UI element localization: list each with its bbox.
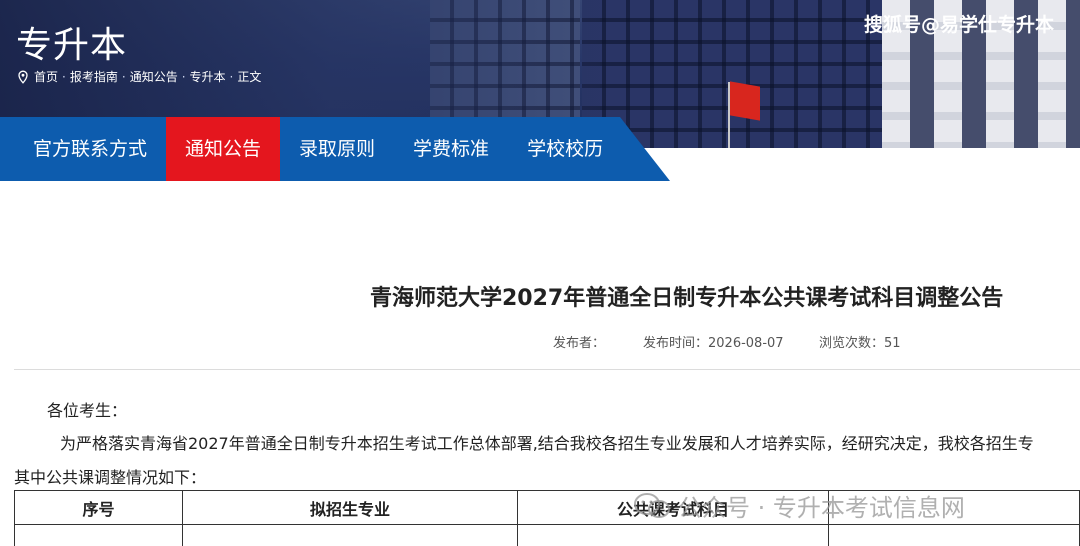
article-greeting: 各位考生：	[47, 401, 128, 420]
nav-item-tuition[interactable]: 学费标准	[394, 117, 508, 181]
table-cell	[829, 525, 1080, 546]
watermark-text: 公众号 · 专升本考试信息网	[678, 494, 965, 522]
main-nav: 官方联系方式 通知公告 录取原则 学费标准 学校校历	[0, 117, 670, 181]
nav-item-contact[interactable]: 官方联系方式	[14, 117, 166, 181]
breadcrumb-separator: ·	[62, 69, 66, 84]
breadcrumb: 首页 · 报考指南 · 通知公告 · 专升本 · 正文	[16, 68, 261, 85]
source-watermark: 搜狐号@易学仕专升本	[863, 14, 1054, 36]
meta-publish-date: 发布时间：2026-08-07	[643, 336, 784, 351]
breadcrumb-separator: ·	[181, 69, 186, 84]
map-pin-icon	[18, 70, 28, 84]
flag	[730, 81, 760, 121]
title-divider	[14, 369, 1080, 370]
table-row	[15, 525, 1080, 546]
wechat-watermark: 公众号 · 专升本考试信息网	[632, 488, 965, 523]
table-header-major: 拟招生专业	[183, 491, 518, 524]
nav-item-notices[interactable]: 通知公告	[166, 117, 281, 181]
table-cell	[183, 525, 518, 546]
wechat-icon	[634, 492, 670, 518]
nav-item-calendar[interactable]: 学校校历	[508, 117, 622, 181]
banner-title: 专升本	[16, 25, 128, 66]
breadcrumb-notices[interactable]: 通知公告	[130, 68, 178, 85]
meta-publisher: 发布者：	[553, 336, 606, 351]
nav-item-admission-rules[interactable]: 录取原则	[280, 117, 394, 181]
article-title: 青海师范大学2027年普通全日制专升本公共课考试科目调整公告	[370, 286, 1004, 311]
breadcrumb-home[interactable]: 首页	[34, 68, 58, 85]
article-paragraph-2: 其中公共课调整情况如下：	[14, 468, 207, 487]
article-paragraph-1: 为严格落实青海省2027年普通全日制专升本招生考试工作总体部署,结合我校各招生专…	[60, 434, 1034, 453]
breadcrumb-zsb[interactable]: 专升本	[190, 68, 226, 85]
table-header-index: 序号	[15, 491, 183, 524]
breadcrumb-separator: ·	[229, 69, 234, 84]
breadcrumb-current: 正文	[237, 70, 262, 84]
breadcrumb-separator: ·	[121, 69, 126, 84]
breadcrumb-guide[interactable]: 报考指南	[70, 68, 118, 85]
table-cell	[518, 525, 829, 546]
meta-view-count: 浏览次数：51	[819, 336, 901, 351]
table-cell	[15, 525, 183, 546]
